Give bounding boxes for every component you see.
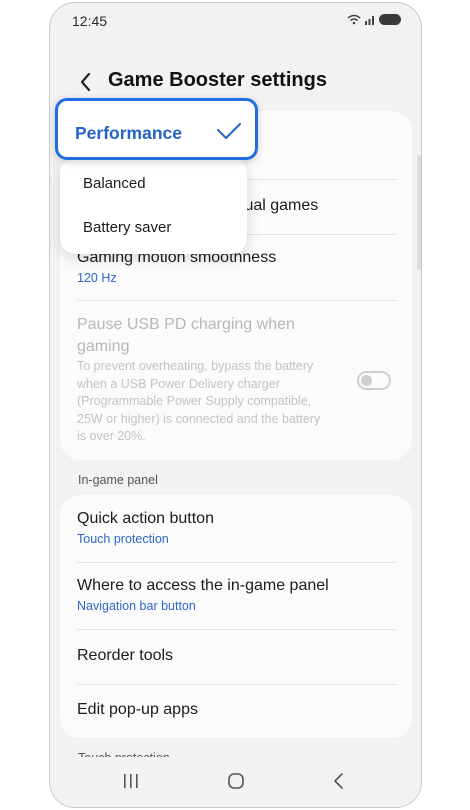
usb-pd-toggle[interactable]: [357, 371, 391, 390]
divider: [77, 562, 396, 563]
back-button[interactable]: [74, 69, 98, 95]
selected-option-label: Performance: [75, 123, 182, 143]
usb-pd-desc-line: 25W or higher) is connected and the batt…: [77, 411, 321, 426]
reorder-tools-title: Reorder tools: [77, 647, 174, 664]
usb-pd-desc-line: is over 20%.: [77, 429, 146, 443]
usb-pd-title-line2: gaming: [77, 338, 130, 355]
wifi-icon: [347, 14, 361, 25]
status-icons: [347, 14, 401, 25]
dropdown-option-performance-selected[interactable]: Performance: [55, 98, 258, 160]
divider: [77, 629, 396, 630]
status-time: 12:45: [72, 13, 108, 29]
page-title: Game Booster settings: [108, 69, 327, 91]
battery-icon: [379, 14, 401, 25]
quick-action-row[interactable]: Quick action button Touch protection: [77, 508, 404, 548]
phone-frame: 12:45 Game Booster settings vidual games: [49, 2, 422, 808]
reorder-tools-row[interactable]: Reorder tools: [77, 645, 404, 667]
panel-access-title: Where to access the in-game panel: [77, 577, 329, 594]
section-label-in-game-panel: In-game panel: [78, 473, 158, 487]
usb-pd-row[interactable]: Pause USB PD charging when gaming To pre…: [77, 314, 341, 446]
edit-popup-apps-title: Edit pop-up apps: [77, 701, 198, 718]
divider: [77, 300, 396, 301]
per-game-settings-row[interactable]: vidual games: [224, 195, 404, 217]
divider: [77, 684, 396, 685]
performance-dropdown: Balanced Battery saver: [60, 158, 247, 254]
toggle-knob: [361, 375, 372, 386]
quick-action-value: Touch protection: [77, 532, 169, 546]
recent-apps-button[interactable]: [122, 773, 140, 789]
dropdown-option-balanced[interactable]: Balanced: [83, 175, 146, 192]
motion-smoothness-value: 120 Hz: [77, 271, 117, 285]
status-bar: 12:45: [50, 3, 421, 39]
back-nav-button[interactable]: [332, 773, 346, 789]
scrollbar[interactable]: [417, 155, 421, 270]
usb-pd-desc-line: when a USB Power Delivery charger: [77, 376, 280, 391]
signal-icon: [365, 16, 374, 25]
panel-access-value: Navigation bar button: [77, 599, 196, 613]
checkmark-icon: [217, 123, 241, 139]
quick-action-title: Quick action button: [77, 510, 214, 527]
page-header: Game Booster settings: [50, 63, 421, 101]
navigation-bar: [50, 757, 421, 807]
home-button[interactable]: [227, 773, 245, 791]
usb-pd-desc-line: (Programmable Power Supply compatible,: [77, 394, 312, 408]
usb-pd-desc-line: To prevent overheating, bypass the batte…: [77, 359, 314, 373]
panel-access-row[interactable]: Where to access the in-game panel Naviga…: [77, 575, 404, 615]
dropdown-option-battery-saver[interactable]: Battery saver: [83, 219, 171, 236]
edit-popup-apps-row[interactable]: Edit pop-up apps: [77, 699, 404, 721]
usb-pd-title-line1: Pause USB PD charging when: [77, 316, 295, 333]
